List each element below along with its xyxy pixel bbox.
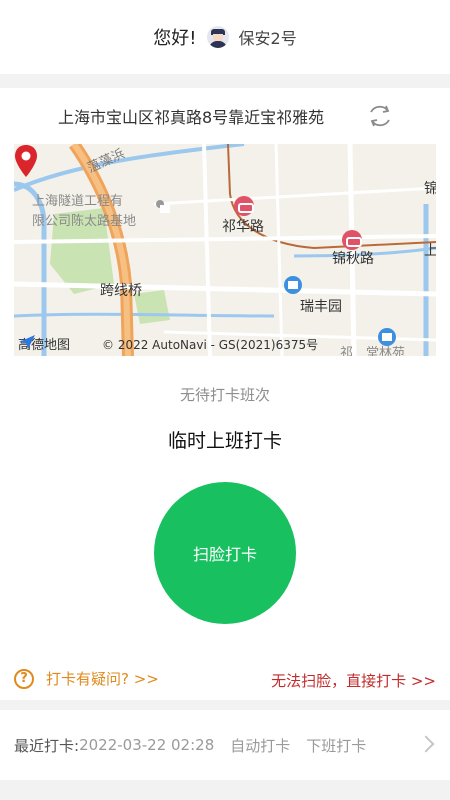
recent-time: 2022-03-22 02:28 [79, 736, 215, 754]
chevron-right-icon [417, 735, 435, 753]
map-label-company-1: 上海隧道工程有 [32, 194, 124, 209]
question-icon: ? [14, 668, 34, 689]
user-name: 保安2号 [238, 29, 297, 48]
map-label-right-mid: 上 [424, 243, 436, 259]
checkin-title: 临时上班打卡 [167, 430, 282, 452]
recent-label: 最近打卡: [14, 736, 80, 755]
map-label-community: 瑞丰园 [300, 299, 342, 315]
building-poi-icon [378, 328, 396, 346]
refresh-icon[interactable] [366, 102, 394, 130]
building-poi-icon [284, 276, 302, 294]
amap-logo: 高德地图 [18, 334, 70, 353]
map-copyright: © 2022 AutoNavi - GS(2021)6375号 [102, 338, 319, 352]
guard-avatar-icon [206, 26, 229, 48]
current-address: 上海市宝山区祁真路8号靠近宝祁雅苑 [58, 108, 325, 127]
direct-checkin-link[interactable]: 无法扫脸，直接打卡 >> [271, 670, 436, 691]
address-row: 上海市宝山区祁真路8号靠近宝祁雅苑 [0, 98, 450, 134]
location-pin-icon [15, 145, 37, 177]
map-label-station-jinqiu: 锦秋路 [332, 251, 374, 267]
map-label-right-top: 锦 [424, 181, 436, 197]
checkin-help-link[interactable]: ? 打卡有疑问? >> [14, 668, 159, 689]
recent-kind: 下班打卡 [306, 736, 367, 755]
checkin-card: 上海市宝山区祁真路8号靠近宝祁雅苑 蕰藻浜 上海隧道工程有 限公司陈太路基地 祁… [0, 88, 450, 700]
shift-status: 无待打卡班次 [179, 386, 270, 404]
help-label: 打卡有疑问? >> [46, 670, 159, 688]
greeting-text: 您好! [153, 28, 197, 49]
map-label-bottom-right: 祁 [340, 346, 354, 356]
poi-dot-icon [156, 200, 170, 213]
amap-arrow-icon [19, 335, 35, 349]
recent-checkin-row[interactable]: 最近打卡: 2022-03-22 02:28 自动打卡 下班打卡 [0, 710, 450, 780]
map-label-bridge: 跨线桥 [100, 283, 142, 299]
face-scan-button[interactable]: 扫脸打卡 [154, 482, 296, 624]
map-label-company-2: 限公司陈太路基地 [32, 214, 137, 229]
location-map[interactable]: 蕰藻浜 上海隧道工程有 限公司陈太路基地 祁华路 锦秋路 跨线桥 瑞丰园 锦 上… [14, 144, 436, 356]
top-header: 您好! 保安2号 [0, 0, 450, 74]
map-label-station-qihua: 祁华路 [222, 219, 264, 235]
recent-mode: 自动打卡 [230, 736, 291, 755]
metro-station-icon [234, 196, 254, 216]
metro-station-icon [342, 230, 362, 250]
